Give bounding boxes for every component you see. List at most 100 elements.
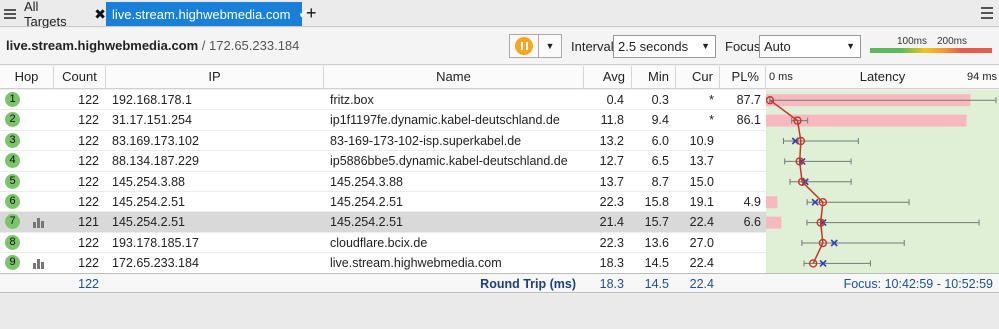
pl-cell <box>720 253 761 273</box>
hop-number: 9 <box>5 255 20 271</box>
latency-scale-legend: 100ms 200ms <box>870 36 992 55</box>
list-icon <box>4 8 18 20</box>
count-cell: 122 <box>78 154 99 169</box>
ip-cell: 193.178.185.17 <box>112 235 199 250</box>
chevron-down-icon[interactable]: ▼ <box>539 34 562 58</box>
name-cell: ip5886bbe5.dynamic.kabel-deutschland.de <box>330 154 568 169</box>
name-cell: 145.254.2.51 <box>330 195 403 209</box>
hop-number: 3 <box>5 132 20 148</box>
pl-cell <box>720 233 761 253</box>
target-title: live.stream.highwebmedia.com / 172.65.23… <box>6 38 299 53</box>
min-cell: 6.5 <box>651 154 669 169</box>
toolbar: live.stream.highwebmedia.com / 172.65.23… <box>0 28 999 65</box>
col-count[interactable]: Count <box>54 66 106 89</box>
bar-chart-icon[interactable] <box>33 218 45 229</box>
cur-cell: 19.1 <box>689 195 714 209</box>
ip-cell: 31.17.151.254 <box>112 113 192 128</box>
avg-cell: 18.3 <box>599 256 624 271</box>
focus-value: Auto <box>764 39 791 54</box>
cur-cell: 15.0 <box>689 174 714 189</box>
footer-avg: 18.3 <box>599 277 624 291</box>
pl-cell <box>720 151 761 171</box>
ip-cell: 145.254.2.51 <box>112 195 185 209</box>
name-cell: ip1f1197fe.dynamic.kabel-deutschland.de <box>330 113 560 128</box>
cur-cell: 22.4 <box>689 256 714 271</box>
ip-cell: 88.134.187.229 <box>112 154 199 169</box>
pause-icon <box>515 37 533 55</box>
scale-bar <box>870 48 992 53</box>
footer-cur: 22.4 <box>689 277 714 291</box>
hop-number: 6 <box>5 194 20 209</box>
ip-cell: 145.254.2.51 <box>112 215 185 230</box>
col-name[interactable]: Name <box>324 66 584 89</box>
packet-loss-bar <box>766 196 778 209</box>
interval-select[interactable]: 2.5 seconds ▼ <box>613 35 716 58</box>
count-cell: 122 <box>78 174 99 189</box>
scale-200-label: 200ms <box>937 36 968 47</box>
pl-cell: 6.6 <box>743 215 761 230</box>
cur-cell: * <box>709 113 714 128</box>
cur-cell: 22.4 <box>689 215 714 230</box>
footer-count: 122 <box>78 277 99 291</box>
focus-select[interactable]: Auto ▼ <box>759 35 861 58</box>
footer-label: Round Trip (ms) <box>480 277 576 291</box>
cur-cell: * <box>709 93 714 107</box>
target-ip: / 172.65.233.184 <box>198 38 300 53</box>
footer-min: 14.5 <box>644 277 669 291</box>
add-tab-icon[interactable]: + <box>306 3 317 23</box>
close-icon[interactable]: ✖ <box>94 6 106 23</box>
name-cell: cloudflare.bcix.de <box>330 235 428 250</box>
avg-cell: 21.4 <box>599 215 624 230</box>
ip-cell: 172.65.233.184 <box>112 256 199 271</box>
tab-all-targets-label: All Targets <box>23 0 67 29</box>
col-min[interactable]: Min <box>632 66 676 89</box>
min-cell: 0.3 <box>651 93 669 107</box>
name-cell: fritz.box <box>330 93 374 107</box>
pl-cell <box>720 131 761 151</box>
pause-button[interactable] <box>509 34 539 58</box>
min-cell: 14.5 <box>644 256 669 271</box>
hop-number: 2 <box>5 112 20 128</box>
ip-cell: 192.168.178.1 <box>112 93 192 107</box>
target-host: live.stream.highwebmedia.com <box>6 38 199 53</box>
name-cell: 145.254.3.88 <box>330 174 403 189</box>
hop-number: 4 <box>5 153 20 169</box>
interval-label: Interval <box>571 39 614 54</box>
count-cell: 122 <box>78 93 99 107</box>
count-cell: 122 <box>78 256 99 271</box>
tab-all-targets[interactable]: All Targets ✖ <box>4 0 106 29</box>
name-cell: 145.254.2.51 <box>330 215 403 230</box>
hop-number: 7 <box>5 214 20 230</box>
focus-label: Focus <box>725 39 761 54</box>
hop-number: 1 <box>5 92 20 107</box>
min-cell: 8.7 <box>651 174 669 189</box>
min-cell: 13.6 <box>644 235 669 250</box>
avg-cell: 13.2 <box>599 133 624 148</box>
cur-cell: 27.0 <box>689 235 714 250</box>
bar-chart-icon[interactable] <box>33 259 45 270</box>
interval-value: 2.5 seconds <box>618 39 689 54</box>
col-pl[interactable]: PL% <box>720 66 766 89</box>
footer-focus: Focus: 10:42:59 - 10:52:59 <box>843 277 993 291</box>
scale-100-label: 100ms <box>897 36 928 47</box>
min-cell: 15.8 <box>644 195 669 209</box>
col-hop[interactable]: Hop <box>0 66 54 89</box>
tab-target-label: live.stream.highwebmedia.com <box>112 6 291 22</box>
col-ip[interactable]: IP <box>106 66 324 89</box>
count-cell: 122 <box>78 235 99 250</box>
ip-cell: 83.169.173.102 <box>112 133 199 148</box>
min-cell: 15.7 <box>644 215 669 230</box>
hop-number: 8 <box>5 234 20 250</box>
col-avg[interactable]: Avg <box>584 66 632 89</box>
ip-cell: 145.254.3.88 <box>112 174 185 189</box>
hop-number: 5 <box>5 173 20 189</box>
table-footer: 122 Round Trip (ms) 18.3 14.5 22.4 Focus… <box>0 273 999 293</box>
col-cur[interactable]: Cur <box>676 66 720 89</box>
latency-graph <box>766 90 999 273</box>
avg-cell: 11.8 <box>600 113 624 128</box>
count-cell: 121 <box>78 215 99 230</box>
count-cell: 122 <box>78 113 99 128</box>
empty-area <box>0 294 999 329</box>
menu-icon[interactable] <box>981 7 993 19</box>
tab-target[interactable]: live.stream.highwebmedia.com ✔ <box>106 2 309 26</box>
